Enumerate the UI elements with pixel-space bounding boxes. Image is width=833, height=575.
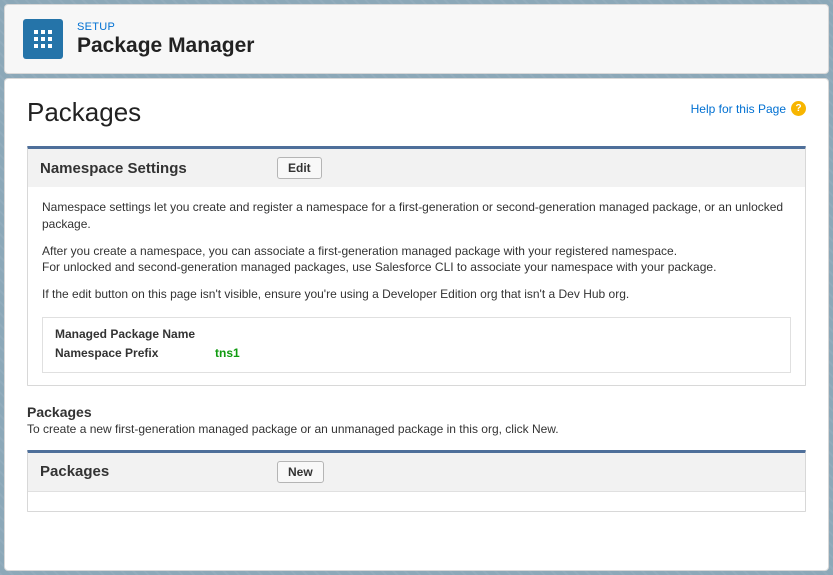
namespace-edit-note-text: If the edit button on this page isn't vi… bbox=[42, 286, 791, 303]
namespace-after-create-text: After you create a namespace, you can as… bbox=[42, 243, 791, 277]
namespace-prefix-label: Namespace Prefix bbox=[55, 345, 215, 362]
edit-button[interactable]: Edit bbox=[277, 157, 322, 179]
help-for-page-link[interactable]: Help for this Page bbox=[691, 102, 786, 116]
namespace-intro-text: Namespace settings let you create and re… bbox=[42, 199, 791, 233]
packages-subheading: Packages bbox=[27, 404, 806, 420]
namespace-settings-panel: Namespace Settings Edit Namespace settin… bbox=[27, 146, 806, 386]
setup-eyebrow: SETUP bbox=[77, 21, 254, 33]
packages-empty-row bbox=[28, 491, 805, 511]
packages-panel-title: Packages bbox=[40, 463, 265, 480]
content-card: Packages Help for this Page ? Namespace … bbox=[4, 78, 829, 571]
managed-package-name-label: Managed Package Name bbox=[55, 326, 215, 343]
new-button[interactable]: New bbox=[277, 461, 324, 483]
namespace-settings-title: Namespace Settings bbox=[40, 160, 265, 177]
help-icon[interactable]: ? bbox=[791, 101, 806, 116]
package-manager-icon bbox=[23, 19, 63, 59]
setup-header: SETUP Package Manager bbox=[4, 4, 829, 74]
packages-list-panel: Packages New bbox=[27, 450, 806, 512]
page-heading: Packages bbox=[27, 97, 141, 128]
packages-description-section: Packages To create a new first-generatio… bbox=[27, 404, 806, 436]
page-title: Package Manager bbox=[77, 34, 254, 58]
namespace-details-box: Managed Package Name Namespace Prefix tn… bbox=[42, 317, 791, 373]
packages-description: To create a new first-generation managed… bbox=[27, 422, 806, 436]
namespace-prefix-value: tns1 bbox=[215, 345, 240, 362]
